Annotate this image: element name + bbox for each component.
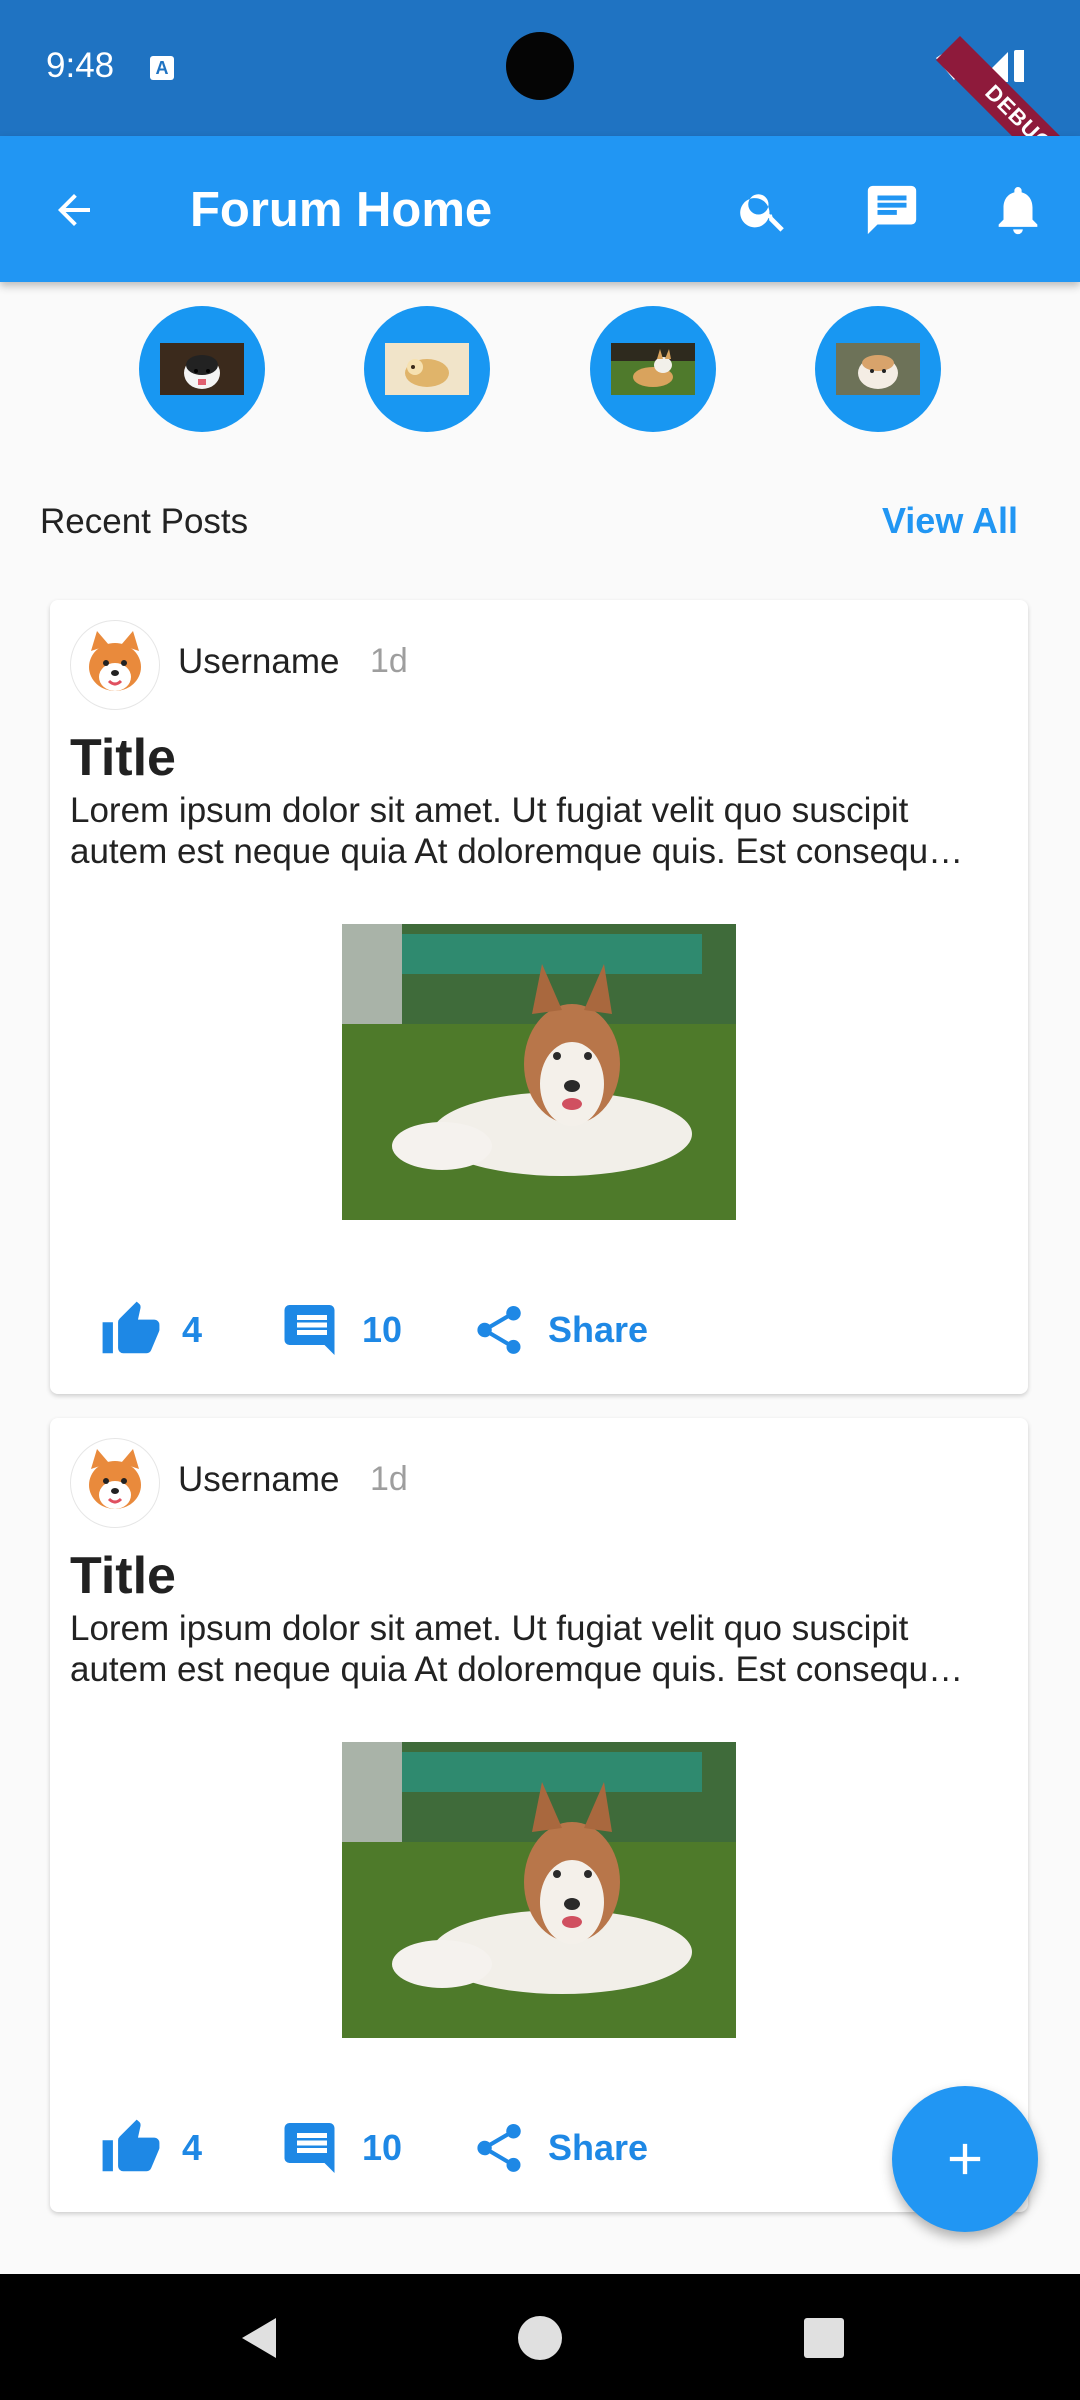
thumb-up-icon xyxy=(102,2119,160,2172)
share-icon xyxy=(477,2123,521,2172)
section-title: Recent Posts xyxy=(40,502,249,541)
post-actions: 4 10 Share xyxy=(50,1290,1028,1370)
share-icon xyxy=(477,1305,521,1354)
status-bar: 9:48 A xyxy=(0,0,1080,136)
post-body: Lorem ipsum dolor sit amet. Ut fugiat ve… xyxy=(70,791,964,871)
husky-photo[interactable] xyxy=(342,924,736,1220)
shiba-avatar[interactable] xyxy=(70,620,160,710)
bell-icon[interactable] xyxy=(984,176,1052,244)
search-icon[interactable] xyxy=(730,176,798,244)
story-corgi-avatar[interactable] xyxy=(590,306,716,432)
story-akita-avatar[interactable] xyxy=(815,306,941,432)
post-time: 1d xyxy=(370,642,408,680)
shiba-thumbnail xyxy=(385,343,469,395)
post-username[interactable]: Username xyxy=(178,642,339,682)
status-time: 9:48 xyxy=(46,46,115,85)
like-button[interactable]: 4 xyxy=(100,1290,202,1370)
share-label: Share xyxy=(548,2127,649,2168)
camera-cutout xyxy=(506,32,574,100)
message-icon[interactable] xyxy=(858,176,926,244)
share-button[interactable]: Share xyxy=(470,2108,648,2188)
post-title: Title xyxy=(70,729,176,787)
akita-thumbnail xyxy=(836,343,920,395)
nav-home-icon[interactable] xyxy=(510,2308,570,2368)
like-count: 4 xyxy=(182,2127,203,2168)
post-title: Title xyxy=(70,1547,176,1605)
comment-icon xyxy=(284,1305,335,1355)
comment-count: 10 xyxy=(362,2127,403,2168)
view-all-button[interactable]: View All xyxy=(882,500,1018,542)
shiba-avatar[interactable] xyxy=(70,1438,160,1528)
story-husky-avatar[interactable] xyxy=(139,306,265,432)
system-nav-bar xyxy=(0,2274,1080,2400)
comment-count: 10 xyxy=(362,1309,403,1350)
notification-a-icon: A xyxy=(150,56,174,80)
nav-recents-icon[interactable] xyxy=(794,2308,854,2368)
post-username[interactable]: Username xyxy=(178,1460,339,1500)
post-actions: 4 10 Share xyxy=(50,2108,1028,2188)
post-card[interactable]: Username 1d Title Lorem ipsum dolor sit … xyxy=(50,1418,1028,2212)
comment-icon xyxy=(284,2123,335,2173)
post-time: 1d xyxy=(370,1460,408,1498)
add-post-button[interactable] xyxy=(892,2086,1038,2232)
like-button[interactable]: 4 xyxy=(100,2108,202,2188)
story-row xyxy=(0,306,1080,436)
story-shiba-avatar[interactable] xyxy=(364,306,490,432)
plus-icon xyxy=(949,2143,981,2175)
post-card[interactable]: Username 1d Title Lorem ipsum dolor sit … xyxy=(50,600,1028,1394)
back-arrow-icon[interactable] xyxy=(44,180,104,240)
nav-back-icon[interactable] xyxy=(228,2308,288,2368)
app-bar: Forum Home xyxy=(0,136,1080,282)
page-title: Forum Home xyxy=(190,183,493,237)
share-button[interactable]: Share xyxy=(470,1290,648,1370)
share-label: Share xyxy=(548,1309,649,1350)
husky-thumbnail xyxy=(160,343,244,395)
post-body: Lorem ipsum dolor sit amet. Ut fugiat ve… xyxy=(70,1609,964,1689)
like-count: 4 xyxy=(182,1309,203,1350)
comment-button[interactable]: 10 xyxy=(282,1290,402,1370)
comment-button[interactable]: 10 xyxy=(282,2108,402,2188)
recent-posts-header: Recent Posts View All xyxy=(0,496,1080,556)
corgi-thumbnail xyxy=(611,343,695,395)
husky-photo[interactable] xyxy=(342,1742,736,2038)
thumb-up-icon xyxy=(102,1301,160,1354)
